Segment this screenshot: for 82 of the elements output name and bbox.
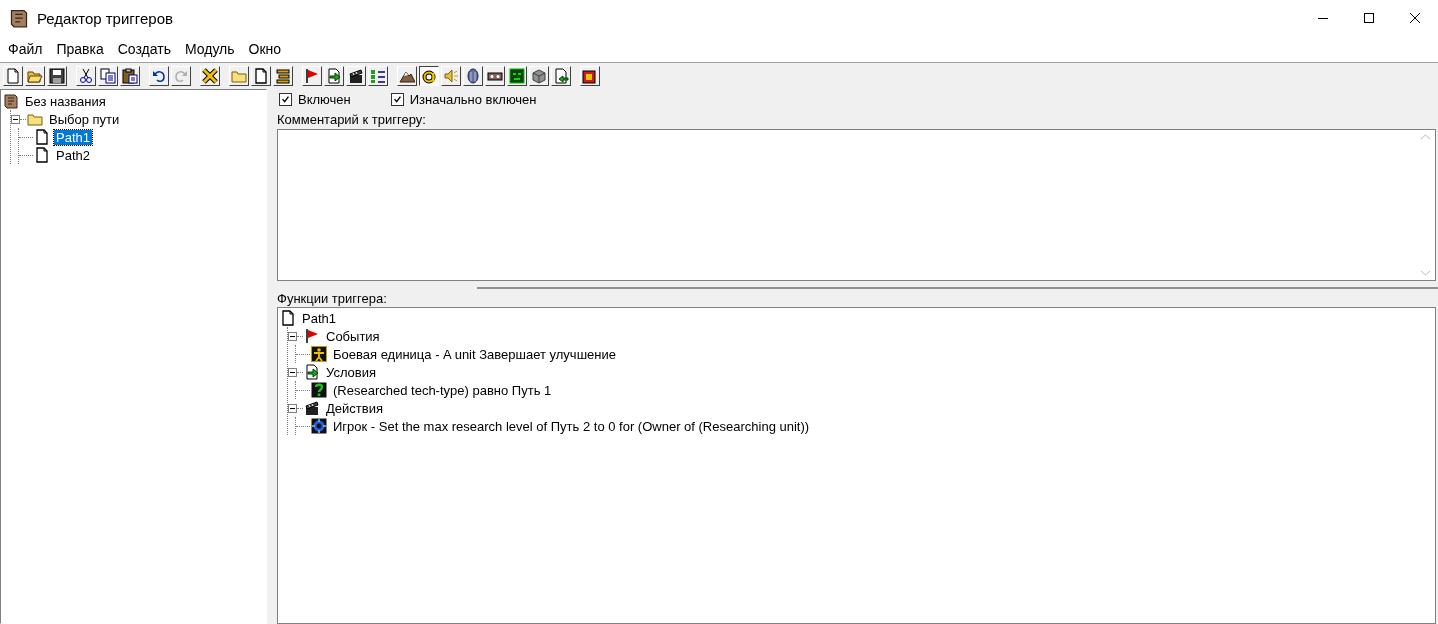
cross-icon [202,68,218,84]
undo-icon [151,68,167,84]
panel-button[interactable] [485,66,505,86]
clipboard-icon [122,68,138,84]
emblem-icon [311,418,327,434]
checkbox-label: Изначально включен [409,91,537,107]
collapse-toggle[interactable] [288,331,297,341]
tree-item[interactable]: Боевая единица - A unit Завершает улучшение [331,346,618,362]
tree-item[interactable]: Без названия [23,93,108,109]
tree-item[interactable]: Path1 [54,129,92,145]
tree-item[interactable]: Условия [324,364,379,380]
new-file-icon [5,68,21,84]
checkbox[interactable] [279,92,292,106]
flag-icon [304,328,320,344]
collapse-toggle[interactable] [288,367,297,377]
bars-button[interactable] [273,66,293,86]
tree-item[interactable]: Выбор пути [47,111,122,127]
folder-button[interactable] [229,66,249,86]
scissors-button[interactable] [76,66,96,86]
flag-icon [304,68,320,84]
collapse-toggle[interactable] [11,114,20,124]
page-arrow-icon [304,364,320,380]
copy-button[interactable] [98,66,118,86]
square-icon [582,68,598,84]
square-button[interactable] [580,66,600,86]
clapperboard-button[interactable] [346,66,366,86]
menu-item[interactable]: Правка [49,41,111,57]
page-arrow-icon [326,68,342,84]
page-button[interactable] [251,66,271,86]
tree-item[interactable]: (Researched tech-type) равно Путь 1 [331,382,554,398]
menu-item[interactable]: Файл [1,41,50,57]
open-folder-button[interactable] [25,66,45,86]
tree-item[interactable]: Path2 [54,147,92,163]
field-label: Комментарий к триггеру: [277,110,427,129]
page-icon [253,68,269,84]
window-title: Редактор триггеров [37,9,173,27]
mask-icon [509,68,525,84]
scroll-icon [3,93,19,109]
new-file-button[interactable] [3,66,23,86]
checkbox-label: Включен [298,91,351,107]
list-button[interactable] [368,66,388,86]
scissors-icon [78,68,94,84]
checkbox[interactable] [390,92,404,106]
redo-icon [173,68,189,84]
cross-button[interactable] [200,66,220,86]
speaker-icon [443,68,459,84]
floppy-disk-button[interactable] [47,66,67,86]
page-arrow-button[interactable] [324,66,344,86]
question-icon [311,382,327,398]
close-icon [1410,13,1420,23]
clipboard-button[interactable] [120,66,140,86]
menu-item[interactable]: Модуль [177,41,242,57]
cube-icon [531,68,547,84]
tree-item[interactable]: Игрок - Set the max research level of Путь 2 to 0 for (Owner of (Researching unit)) [331,418,812,434]
cube-button[interactable] [529,66,549,86]
copy-icon [100,68,116,84]
flag-button[interactable] [302,66,322,86]
speaker-button[interactable] [441,66,461,86]
tree-item[interactable]: Path1 [300,310,338,326]
mask-button[interactable] [507,66,527,86]
folder-icon [27,111,43,127]
menu-item[interactable]: Окно [241,41,289,57]
tree-item[interactable]: Действия [324,400,385,416]
page-icon [280,310,296,326]
open-folder-icon [27,68,43,84]
maximize-icon [1364,13,1374,23]
clapperboard-icon [304,400,320,416]
page-import-icon [553,68,569,84]
list-icon [370,68,386,84]
mountain-button[interactable] [397,66,417,86]
folder-icon [231,68,247,84]
tree-item[interactable]: События [324,328,382,344]
undo-button[interactable] [149,66,169,86]
page-import-button[interactable] [551,66,571,86]
clapperboard-icon [348,68,364,84]
page-icon [34,147,50,163]
section-label: Функции триггера: [277,289,388,307]
scroll-icon [9,8,29,28]
page-icon [34,129,50,145]
menu-item[interactable]: Создать [110,41,178,57]
collapse-toggle[interactable] [288,403,297,413]
bars-icon [275,68,291,84]
